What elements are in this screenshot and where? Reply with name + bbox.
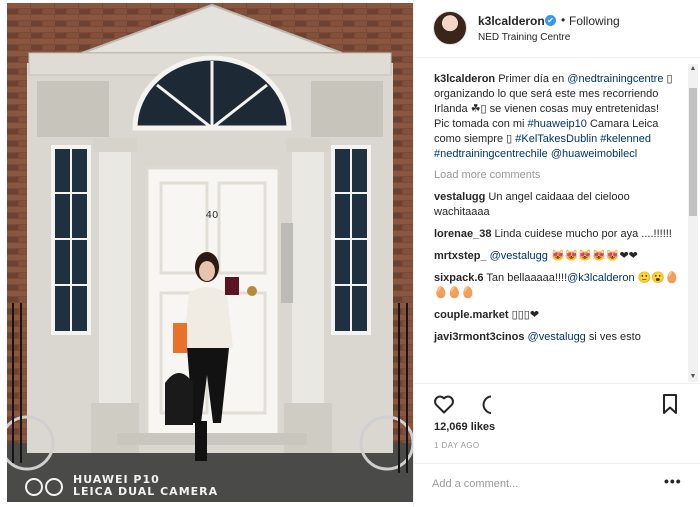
comment-mention[interactable]: @k3lcalderon <box>567 272 634 284</box>
comment-text: Linda cuidese mucho por aya ....!!!!!! <box>494 228 672 240</box>
comment-item: lorenae_38 Linda cuidese mucho por aya .… <box>434 227 679 242</box>
avatar[interactable] <box>433 11 467 45</box>
comment-mention[interactable]: @vestalugg <box>528 331 586 343</box>
comment-mention[interactable]: @vestalugg <box>490 250 548 262</box>
building-door-photo: 40 <box>7 3 413 502</box>
heart-icon[interactable] <box>432 392 456 416</box>
comment-username[interactable]: couple.market <box>434 309 509 321</box>
bookmark-icon[interactable] <box>658 392 682 416</box>
comment-input[interactable] <box>432 474 647 494</box>
comment-item: javi3rmont3cinos @vestalugg si ves esto <box>434 330 679 345</box>
comment-username[interactable]: sixpack.6 <box>434 272 484 284</box>
camera-watermark: HUAWEI P10 LEICA DUAL CAMERA <box>25 474 218 498</box>
author-username[interactable]: k3lcalderon <box>478 14 545 28</box>
following-button[interactable]: Following <box>569 14 620 28</box>
verified-badge-icon: ✔ <box>545 15 556 26</box>
comment-item: mrtxstep_ @vestalugg 😻😻😻😻😻❤❤ <box>434 249 679 264</box>
post-side-panel: k3lcalderon ✔ • Following NED Training C… <box>413 0 700 507</box>
comments-scrollbar[interactable]: ▲ ▼ <box>688 64 698 382</box>
comment-username[interactable]: vestalugg <box>434 191 485 203</box>
caption-mention[interactable]: @huaweimobilecl <box>551 148 637 160</box>
caption-hashtag[interactable]: #huaweip10 <box>528 118 587 130</box>
comment-text: 😻😻😻😻😻❤❤ <box>550 250 638 262</box>
comment-username[interactable]: javi3rmont3cinos <box>434 331 524 343</box>
comment-text: si ves esto <box>588 331 641 343</box>
comments-list[interactable]: k3lcalderon Primer día en @nedtrainingce… <box>414 64 700 382</box>
caption-hashtag[interactable]: #nedtrainingcentrechile <box>434 148 548 160</box>
caption-hashtag[interactable]: #kelenned <box>600 133 651 145</box>
caption-hashtag[interactable]: #KelTakesDublin <box>515 133 597 145</box>
comment-item: couple.market ▯▯▯❤ <box>434 308 679 323</box>
watermark-line-2: LEICA DUAL CAMERA <box>73 485 219 498</box>
post-caption: k3lcalderon Primer día en @nedtrainingce… <box>434 72 679 162</box>
caption-mention[interactable]: @nedtrainingcentre <box>567 73 663 85</box>
comment-username[interactable]: mrtxstep_ <box>434 250 487 262</box>
comment-item: vestalugg Un angel caidaaa del cielooo w… <box>434 190 679 220</box>
comment-text: ▯▯▯❤ <box>511 309 540 321</box>
scroll-up-arrow-icon[interactable]: ▲ <box>688 64 698 74</box>
load-more-comments-button[interactable]: Load more comments <box>434 168 679 183</box>
scroll-thumb[interactable] <box>689 88 697 216</box>
post-timestamp: 1 DAY AGO <box>434 441 480 450</box>
separator-dot: • <box>561 13 566 27</box>
caption-username[interactable]: k3lcalderon <box>434 73 495 85</box>
likes-count[interactable]: 12,069 likes <box>434 421 495 433</box>
instagram-post: 40 HUAWEI P10 LEICA DUAL CAMERA k3lcalde… <box>0 0 700 507</box>
comment-item: sixpack.6 Tan bellaaaaa!!!!@k3lcalderon … <box>434 271 679 301</box>
speech-bubble-icon[interactable] <box>467 392 491 416</box>
location-link[interactable]: NED Training Centre <box>478 32 570 43</box>
post-actions: 12,069 likes 1 DAY AGO <box>414 383 700 463</box>
caption-text: Primer día en <box>498 73 565 85</box>
more-options-button[interactable]: ••• <box>664 473 682 489</box>
caption-text: Pic tomada con mi <box>434 118 525 130</box>
comment-username[interactable]: lorenae_38 <box>434 228 491 240</box>
leica-rings-icon <box>25 478 69 496</box>
door-number: 40 <box>206 210 219 221</box>
add-comment-bar: ••• <box>414 463 700 507</box>
post-header: k3lcalderon ✔ • Following NED Training C… <box>414 0 700 58</box>
scroll-down-arrow-icon[interactable]: ▼ <box>688 372 698 382</box>
comment-text: Tan bellaaaaa!!!! <box>486 272 568 284</box>
post-photo[interactable]: 40 HUAWEI P10 LEICA DUAL CAMERA <box>7 3 413 502</box>
